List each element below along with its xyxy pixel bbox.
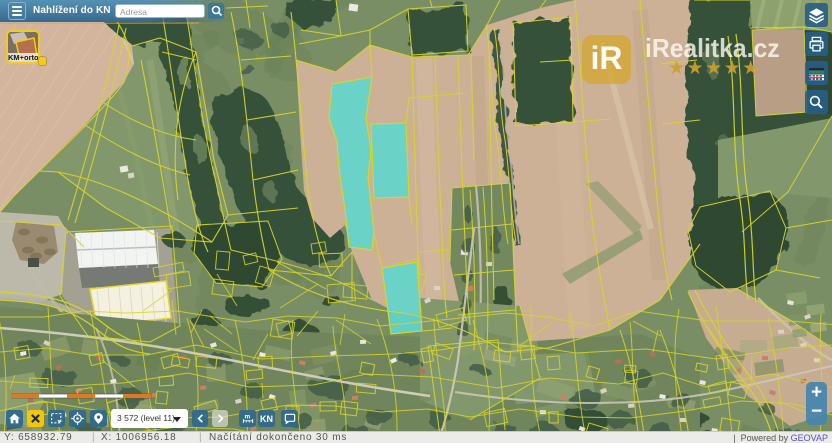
svg-text:m: m <box>244 413 250 420</box>
